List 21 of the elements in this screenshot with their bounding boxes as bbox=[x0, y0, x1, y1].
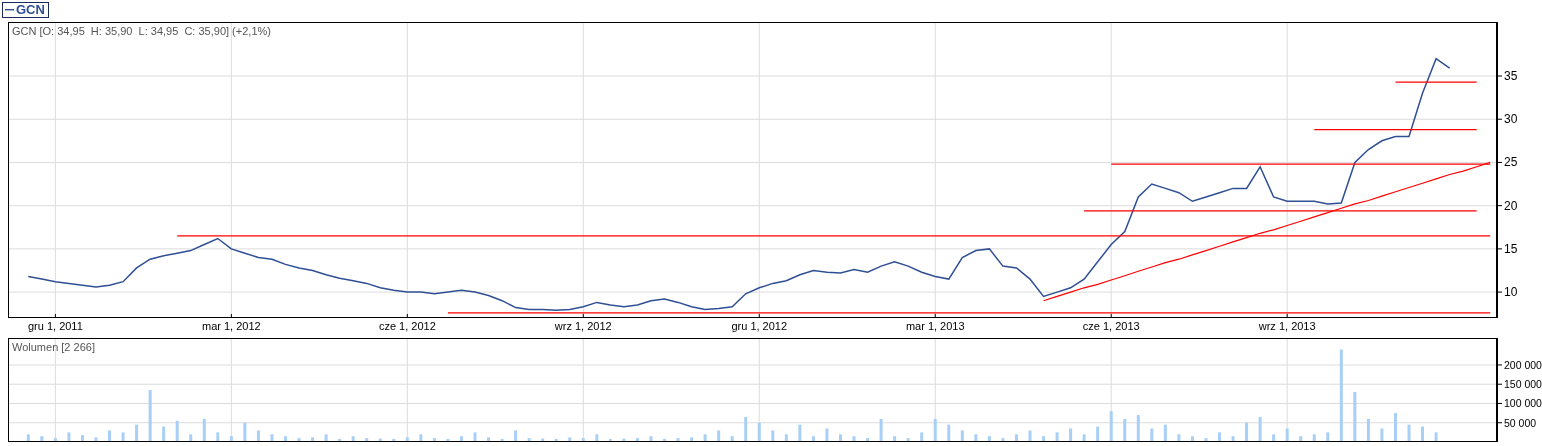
legend-label: GCN bbox=[16, 3, 45, 17]
x-tick-label: wrz 1, 2012 bbox=[554, 320, 612, 332]
y-tick-label: 200 000 bbox=[1504, 358, 1542, 371]
chart-header: GCN [O: 34,95 H: 35,90 L: 34,95 C: 35,90] (+2,1%) bbox=[12, 25, 271, 37]
y-tick-label: 150 000 bbox=[1504, 378, 1542, 391]
x-tick-label: cze 1, 2013 bbox=[1082, 320, 1140, 332]
x-tick-label: mar 1, 2012 bbox=[202, 320, 261, 332]
y-tick-label: 10 bbox=[1504, 285, 1518, 300]
x-tick-label: mar 1, 2013 bbox=[905, 320, 965, 332]
x-tick-label: wrz 1, 2013 bbox=[1258, 320, 1316, 332]
y-tick-label: 100 000 bbox=[1504, 397, 1542, 410]
y-tick-label: 35 bbox=[1504, 69, 1518, 83]
x-tick-label: gru 1, 2012 bbox=[731, 320, 788, 332]
y-tick-label: 20 bbox=[1504, 198, 1518, 213]
chart-header: Wolumen [2 266] bbox=[12, 341, 95, 353]
y-tick-label: 30 bbox=[1504, 112, 1518, 127]
y-tick-label: 25 bbox=[1504, 155, 1518, 170]
x-tick-label: cze 1, 2012 bbox=[378, 320, 436, 332]
x-tick-label: gru 1, 2011 bbox=[27, 320, 83, 332]
y-tick-label: 50 000 bbox=[1504, 416, 1537, 429]
y-tick-label: 15 bbox=[1504, 241, 1518, 256]
